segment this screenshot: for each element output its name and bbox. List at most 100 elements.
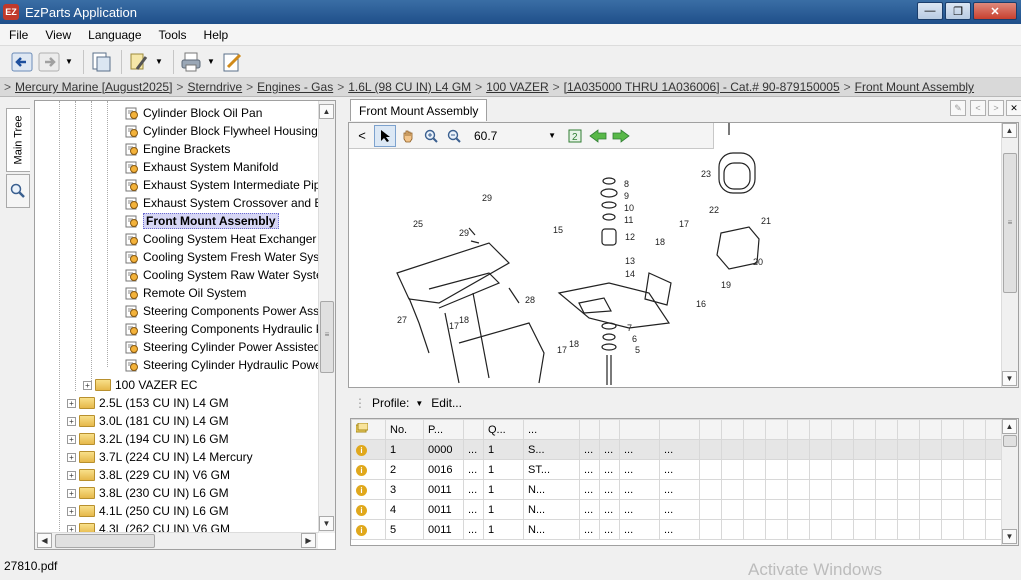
back-icon[interactable] [10,50,34,74]
tab-search[interactable] [6,174,30,208]
info-icon[interactable]: i [356,504,367,516]
pointer-icon[interactable] [374,124,396,147]
expand-icon[interactable]: + [67,452,76,462]
column-header-number[interactable]: No. [385,419,424,440]
menu-file[interactable]: File [0,28,36,42]
expand-icon[interactable]: + [67,434,76,444]
tree-item-part[interactable]: Steering Cylinder Power Assisted [125,338,320,356]
scrollbar-thumb[interactable]: ≡ [1003,153,1017,293]
diagram-viewer[interactable]: 29 25 29 15 8 9 10 11 12 13 14 23 22 21 … [348,122,1019,388]
pin-icon[interactable]: ✎ [950,100,966,116]
scroll-down-button[interactable]: ▼ [1002,529,1017,544]
tree-item-part[interactable]: Engine Brackets [125,140,230,158]
tree-item-engine[interactable]: +3.2L (194 CU IN) L6 GM [67,430,229,448]
tree-item-part[interactable]: Exhaust System Intermediate Pipe a [125,176,335,194]
next-page-icon[interactable] [610,125,632,147]
previous-page-icon[interactable] [587,125,609,147]
tree-item-engine[interactable]: +2.5L (153 CU IN) L4 GM [67,394,229,412]
breadcrumb-item[interactable]: [1A035000 THRU 1A036006] - Cat.# 90-8791… [564,80,840,94]
profile-edit-button[interactable]: Edit... [431,396,462,410]
tree-item-part[interactable]: Cylinder Block Oil Pan [125,104,262,122]
tree-item-engine[interactable]: +3.8L (229 CU IN) V6 GM [67,466,230,484]
table-vertical-scrollbar[interactable]: ▲ ▼ [1001,419,1018,545]
menu-language[interactable]: Language [79,28,149,42]
info-icon[interactable]: i [356,524,367,536]
zoom-in-icon[interactable] [420,125,442,147]
tree-item-part[interactable]: Cylinder Block Flywheel Housing and [125,122,335,140]
zoom-level-select[interactable]: 60.7 ▼ [470,127,560,145]
scroll-up-button[interactable]: ▲ [1002,123,1017,138]
breadcrumb-item[interactable]: Mercury Marine [August2025] [15,80,172,94]
column-header-desc[interactable]: ... [523,419,580,440]
tree-item-engine[interactable]: +3.7L (224 CU IN) L4 Mercury [67,448,253,466]
tab-close-button[interactable]: ✕ [1006,100,1021,116]
expand-icon[interactable]: + [67,398,76,408]
scrollbar-thumb[interactable] [55,534,155,548]
info-icon[interactable]: i [356,464,367,476]
info-icon[interactable]: i [356,444,367,456]
tree-item-part[interactable]: Cooling System Heat Exchanger [125,230,316,248]
viewer-vertical-scrollbar[interactable]: ▲ ≡ ▼ [1001,123,1018,387]
tree-item-engine[interactable]: +4.1L (250 CU IN) L6 GM [67,502,229,520]
tree-horizontal-scrollbar[interactable]: ◀ ▶ [35,532,318,549]
table-row[interactable]: i 3 0011... 1 N............... [351,479,1008,500]
tree-item-part[interactable]: Exhaust System Crossover and Exh [125,194,335,212]
edit-icon[interactable] [220,50,244,74]
menu-view[interactable]: View [36,28,79,42]
tab-main-tree[interactable]: Main Tree [6,108,30,172]
close-button[interactable]: ✕ [973,2,1017,20]
tab-next-button[interactable]: > [988,100,1004,116]
forward-icon[interactable] [37,50,61,74]
tools-icon[interactable] [127,50,151,74]
column-header-part[interactable]: P... [423,419,464,440]
table-row[interactable]: i 1 0000... 1 S............... [351,439,1008,460]
tree-item-part[interactable]: Steering Components Power Assiste [125,302,335,320]
expand-icon[interactable]: + [67,470,76,480]
pan-hand-icon[interactable] [397,125,419,147]
profile-dropdown-icon[interactable]: ▼ [415,399,423,408]
tree-item-part[interactable]: Remote Oil System [125,284,246,302]
scroll-left-button[interactable]: ◀ [37,533,52,548]
page-number-icon[interactable]: 2 [564,125,586,147]
menu-tools[interactable]: Tools [150,28,195,42]
table-row[interactable]: i 2 0016... 1 ST............... [351,459,1008,480]
tree-item-part[interactable]: Steering Components Hydraulic Pow [125,320,335,338]
tree-item-part[interactable]: Front Mount Assembly [125,212,279,230]
menu-help[interactable]: Help [195,28,237,42]
info-icon[interactable]: i [356,484,367,496]
tree-item-part[interactable]: Cooling System Fresh Water System [125,248,335,266]
print-icon[interactable] [179,50,203,74]
column-header-qty[interactable]: Q... [483,419,524,440]
tree-item-part[interactable]: Steering Cylinder Hydraulic Power S [125,356,335,374]
breadcrumb-item-current[interactable]: Front Mount Assembly [855,80,974,94]
tree-item-engine[interactable]: +3.8L (230 CU IN) L6 GM [67,484,229,502]
tree-item-model[interactable]: +100 VAZER EC [83,376,197,394]
tools-dropdown-icon[interactable]: ▼ [154,50,164,74]
expand-icon[interactable]: + [67,506,76,516]
scrollbar-thumb[interactable]: ≡ [320,301,334,373]
minimize-button[interactable]: — [917,2,943,20]
breadcrumb-item[interactable]: Sterndrive [187,80,242,94]
expand-icon[interactable]: + [67,416,76,426]
history-dropdown-icon[interactable]: ▼ [64,50,74,74]
expand-icon[interactable]: + [83,380,92,390]
tree-item-engine[interactable]: +3.0L (181 CU IN) L4 GM [67,412,229,430]
scroll-down-button[interactable]: ▼ [1002,371,1017,386]
column-icon-header[interactable] [351,419,386,440]
maximize-button[interactable]: ❐ [945,2,971,20]
scroll-up-button[interactable]: ▲ [319,104,334,119]
print-dropdown-icon[interactable]: ▼ [206,50,216,74]
print-preview-icon[interactable] [89,50,113,74]
tree-item-part[interactable]: Exhaust System Manifold [125,158,278,176]
collapse-arrow-icon[interactable]: < [351,125,373,147]
scrollbar-thumb[interactable] [1003,435,1017,447]
breadcrumb-item[interactable]: Engines - Gas [257,80,333,94]
scroll-right-button[interactable]: ▶ [301,533,316,548]
scroll-up-button[interactable]: ▲ [1002,419,1017,434]
breadcrumb-item[interactable]: 1.6L (98 CU IN) L4 GM [348,80,471,94]
breadcrumb-item[interactable]: 100 VAZER [486,80,548,94]
tab-front-mount-assembly[interactable]: Front Mount Assembly [350,99,488,121]
scroll-down-button[interactable]: ▼ [319,516,334,531]
zoom-out-icon[interactable] [443,125,465,147]
expand-icon[interactable]: + [67,488,76,498]
